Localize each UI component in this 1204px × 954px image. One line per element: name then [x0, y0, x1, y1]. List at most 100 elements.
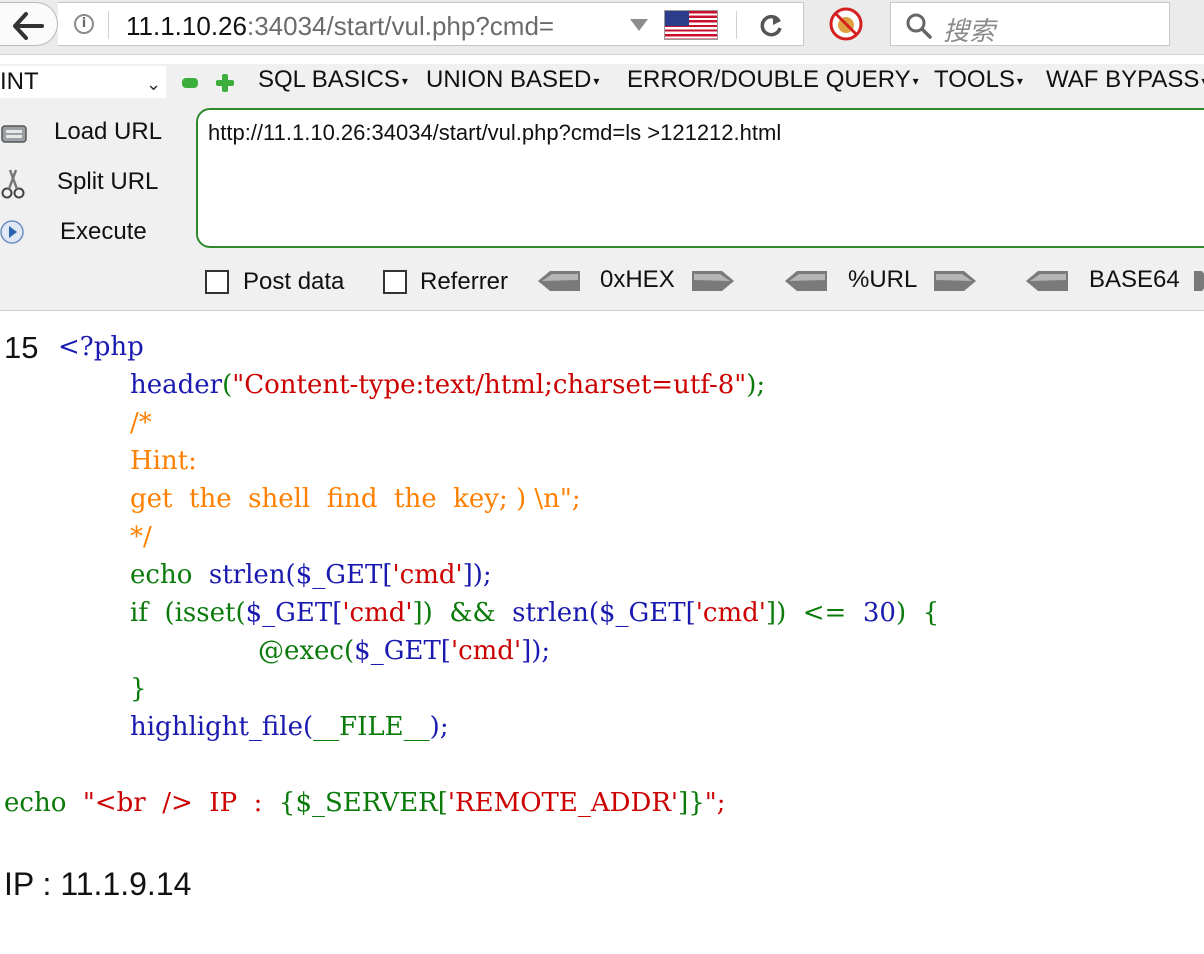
url-text[interactable]: 11.1.10.26:34034/start/vul.php?cmd=	[126, 11, 616, 42]
back-button[interactable]	[0, 2, 58, 46]
code-token: ) {	[895, 598, 940, 628]
menu-label: TOOLS	[934, 66, 1015, 93]
decrease-icon[interactable]	[182, 78, 198, 88]
increase-icon[interactable]	[216, 74, 234, 92]
search-bar[interactable]: 搜索	[890, 2, 1170, 46]
menu-label: ERROR/DOUBLE QUERY	[627, 66, 911, 93]
url-host: 11.1.10.26	[126, 11, 247, 41]
scissors-icon	[1, 169, 25, 199]
code-token: 'cmd'	[695, 598, 766, 628]
code-token: "<br /> IP :	[82, 788, 279, 818]
menu-label: WAF BYPASS	[1046, 66, 1200, 93]
cmd-length-output: 15	[4, 330, 39, 365]
injection-type-select[interactable]: INT ⌄	[0, 66, 166, 98]
post-data-label: Post data	[243, 268, 345, 295]
base64-decode-arrow-icon[interactable]	[1024, 268, 1070, 294]
search-icon	[906, 13, 932, 39]
code-token: header	[130, 370, 223, 400]
execute-label: Execute	[60, 218, 147, 245]
code-line-close-brace: }	[130, 674, 147, 704]
code-token: );	[429, 712, 449, 742]
hackbar-menu: INT ⌄	[0, 64, 1204, 102]
code-token: if	[130, 598, 165, 628]
code-token: ]);	[462, 560, 492, 590]
php-open-tag: <?php	[58, 332, 144, 362]
code-token: 'REMOTE_ADDR'	[447, 788, 679, 818]
code-line-exec: @exec($_GET['cmd']);	[258, 636, 550, 666]
back-arrow-icon	[13, 12, 44, 40]
base64-label: BASE64	[1089, 266, 1180, 293]
referrer-checkbox[interactable]	[383, 270, 407, 294]
load-url-label: Load URL	[54, 118, 163, 145]
url-decode-arrow-icon[interactable]	[783, 268, 829, 294]
addon-block-icon[interactable]	[828, 6, 864, 42]
code-token: ]);	[521, 636, 551, 666]
code-token: );	[746, 370, 766, 400]
dropdown-arrow-icon[interactable]	[630, 19, 648, 31]
hex-decode-arrow-icon[interactable]	[536, 268, 582, 294]
code-comment-close: */	[130, 522, 152, 552]
menu-tools[interactable]: TOOLS ▾	[934, 66, 1023, 94]
code-token: ";	[704, 788, 726, 818]
ip-output: IP : 11.1.9.14	[4, 866, 192, 902]
code-comment-text: get the shell find the key; ) \n";	[130, 484, 581, 514]
code-token: strlen($_GET[	[512, 598, 696, 628]
code-token: {$_SERVER[	[278, 788, 448, 818]
divider	[736, 11, 737, 39]
menu-union-based[interactable]: UNION BASED ▾	[426, 66, 599, 94]
code-comment-open: /*	[130, 408, 152, 438]
menu-label: SQL BASICS	[258, 66, 400, 93]
post-data-checkbox[interactable]	[205, 270, 229, 294]
referrer-label: Referrer	[420, 268, 509, 295]
split-url-label: Split URL	[57, 168, 159, 195]
code-token: 'cmd'	[392, 560, 463, 590]
code-token: ]}	[678, 788, 705, 818]
code-token: "Content-type:text/html;charset=utf-8"	[232, 370, 747, 400]
select-value: INT	[0, 68, 39, 95]
reload-icon[interactable]	[758, 13, 784, 39]
hex-encode-arrow-icon[interactable]	[690, 268, 736, 294]
menu-waf-bypass[interactable]: WAF BYPASS▾	[1046, 66, 1204, 94]
menu-error-double-query[interactable]: ERROR/DOUBLE QUERY ▾	[627, 66, 919, 94]
browser-navbar: i 11.1.10.26:34034/start/vul.php?cmd= 搜索	[0, 0, 1204, 55]
divider	[108, 11, 109, 39]
code-token: 'cmd'	[450, 636, 522, 666]
code-token: @exec(	[258, 636, 355, 666]
play-icon	[0, 220, 24, 244]
code-line-highlight-file: highlight_file(__FILE__);	[130, 712, 449, 742]
code-line-echo-ip: echo "<br /> IP : {$_SERVER['REMOTE_ADDR…	[4, 788, 725, 818]
code-token: highlight_file(	[130, 712, 314, 742]
url-encode-arrow-icon[interactable]	[932, 268, 978, 294]
hex-label: 0xHEX	[600, 266, 675, 293]
code-token: (	[222, 370, 233, 400]
code-token: <?php	[58, 332, 144, 362]
code-token: strlen($_GET[	[208, 560, 393, 590]
hackbar-url-textarea[interactable]: http://11.1.10.26:34034/start/vul.php?cm…	[196, 108, 1204, 248]
code-token: $_GET[	[354, 636, 451, 666]
load-url-button[interactable]: Load URL	[0, 112, 180, 152]
menu-label: UNION BASED	[426, 66, 592, 93]
code-line-if: if (isset($_GET['cmd']) && strlen($_GET[…	[130, 598, 939, 628]
code-token: (isset(	[164, 598, 246, 628]
code-token: echo	[4, 788, 83, 818]
menu-sql-basics[interactable]: SQL BASICS ▾	[258, 66, 408, 94]
code-token: ]) <=	[765, 598, 863, 628]
search-placeholder: 搜索	[943, 16, 996, 46]
code-line-echo-strlen: echo strlen($_GET['cmd']);	[130, 560, 492, 590]
load-url-icon	[1, 125, 27, 143]
base64-encode-arrow-icon[interactable]	[1192, 268, 1204, 294]
code-token: echo	[130, 560, 209, 590]
code-token: 'cmd'	[342, 598, 413, 628]
url-bar[interactable]: i 11.1.10.26:34034/start/vul.php?cmd=	[58, 2, 804, 46]
code-token: 30	[862, 598, 896, 628]
split-url-button[interactable]: Split URL	[0, 162, 180, 202]
us-flag-icon[interactable]	[664, 10, 718, 40]
execute-button[interactable]: Execute	[0, 212, 180, 252]
code-comment-hint: Hint:	[130, 446, 197, 476]
code-token: ]) &&	[412, 598, 513, 628]
url-encode-label: %URL	[848, 266, 918, 293]
code-line-header: header("Content-type:text/html;charset=u…	[130, 370, 765, 400]
code-token: $_GET[	[245, 598, 343, 628]
info-icon[interactable]: i	[74, 14, 94, 34]
chevron-down-icon: ⌄	[146, 74, 162, 94]
